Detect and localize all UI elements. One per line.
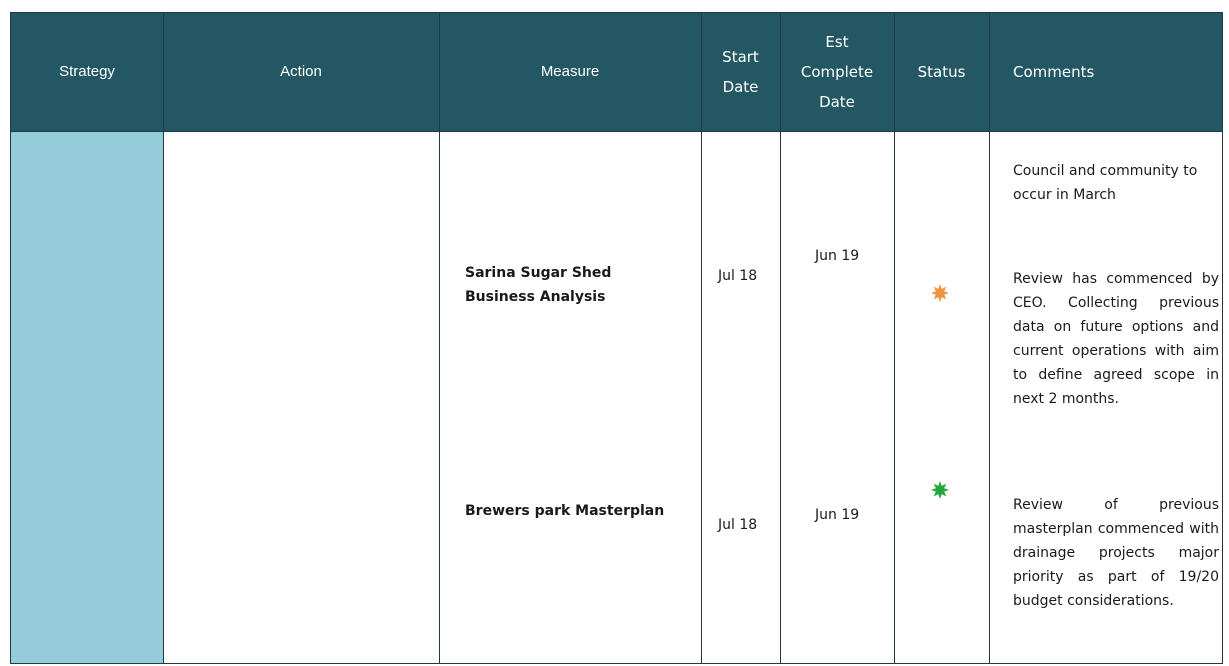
col-divider <box>989 13 990 663</box>
header-action: Action <box>280 63 322 80</box>
header-strategy: Strategy <box>59 63 115 80</box>
header-comments: Comments <box>1013 63 1095 81</box>
header-status: Status <box>917 63 966 81</box>
green-star-icon <box>931 481 949 499</box>
header-divider <box>11 131 1222 132</box>
col-divider <box>701 13 702 663</box>
start-date-text: Jul 18 <box>718 517 758 533</box>
comment-text: Review of previous masterplan commenced … <box>1013 497 1219 609</box>
measure-text: Sarina Sugar Shed Business Analysis <box>465 265 612 305</box>
start-date-text: Jul 18 <box>718 268 758 284</box>
header-start-date: Start Date <box>722 48 759 96</box>
measure-text: Brewers park Masterplan <box>465 503 665 519</box>
est-complete-text: Jun 19 <box>815 507 860 523</box>
comment-text: Review has commenced by CEO. Collecting … <box>1013 271 1219 407</box>
header-measure: Measure <box>540 63 600 80</box>
col-divider <box>439 13 440 663</box>
col-divider <box>894 13 895 663</box>
header-est-complete-date: Est Complete Date <box>800 33 874 111</box>
comment-text: Council and community to occur in March <box>1013 163 1198 203</box>
col-divider <box>780 13 781 663</box>
strategy-cell <box>11 132 163 663</box>
orange-star-icon <box>931 284 949 302</box>
action-plan-table: Strategy Action Measure Start Date Est Com… <box>10 12 1223 664</box>
col-divider <box>163 13 164 663</box>
est-complete-text: Jun 19 <box>815 248 860 264</box>
